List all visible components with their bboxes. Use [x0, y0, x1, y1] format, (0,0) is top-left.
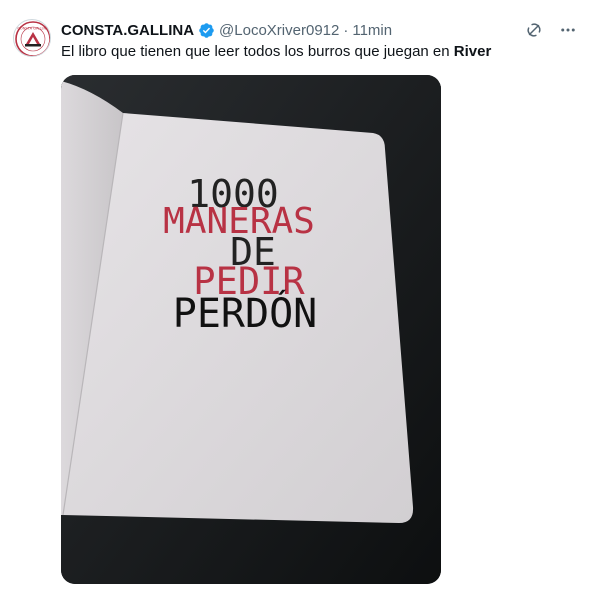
- book-photo: 1000 MANERAS DE PEDIR PERDÓN: [61, 75, 441, 584]
- avatar-logo-icon: CONSTA GALLINA: [15, 21, 50, 56]
- author-handle[interactable]: @LocoXriver0912: [219, 22, 339, 39]
- timestamp[interactable]: 11min: [352, 22, 392, 39]
- tweet-header: CONSTA.GALLINA @LocoXriver0912 · 11min: [61, 20, 392, 40]
- grok-icon: [527, 23, 541, 37]
- tweet-text-body: El libro que tienen que leer todos los b…: [61, 43, 454, 60]
- verified-badge-icon[interactable]: [198, 22, 215, 39]
- more-icon: [561, 28, 575, 32]
- tweet-text: El libro que tienen que leer todos los b…: [61, 43, 491, 61]
- grok-button[interactable]: [523, 19, 545, 41]
- separator-dot: ·: [343, 21, 349, 39]
- tweet-actions: [523, 19, 579, 41]
- more-button[interactable]: [557, 19, 579, 41]
- tweet-text-mention[interactable]: River: [454, 43, 492, 60]
- author-name[interactable]: CONSTA.GALLINA: [61, 22, 194, 39]
- tweet-media-photo[interactable]: 1000 MANERAS DE PEDIR PERDÓN: [61, 75, 441, 584]
- avatar-text: CONSTA GALLINA: [17, 27, 49, 31]
- book-line-perdon: PERDÓN: [173, 289, 318, 337]
- avatar[interactable]: CONSTA GALLINA: [13, 19, 51, 57]
